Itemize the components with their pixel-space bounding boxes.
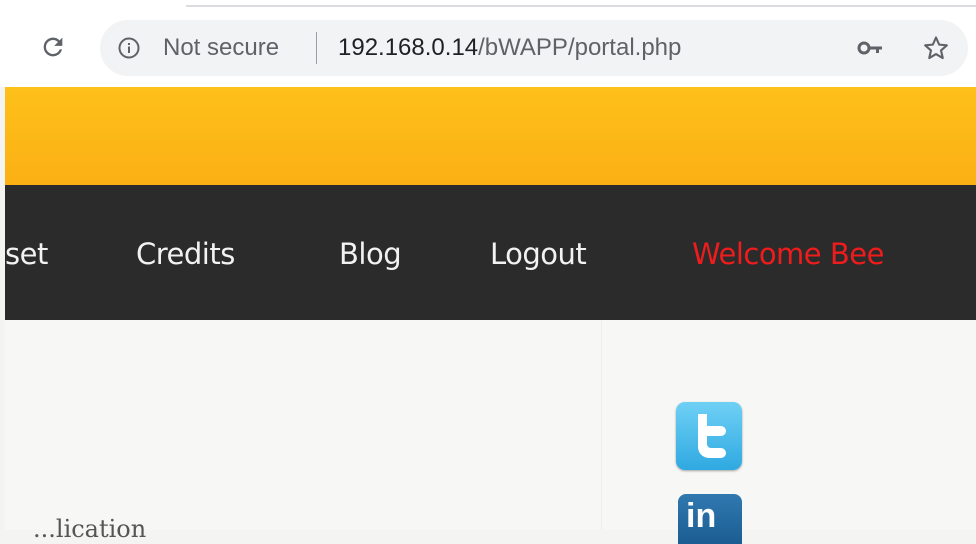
nav-item-credits[interactable]: Credits — [136, 237, 235, 271]
linkedin-link[interactable]: in — [678, 494, 742, 544]
main-nav: set Credits Blog Logout Welcome Bee — [5, 185, 976, 320]
intro-text: ...lication — [33, 515, 147, 543]
reload-icon[interactable] — [38, 32, 68, 62]
security-status[interactable]: Not secure — [163, 33, 279, 63]
address-separator — [316, 32, 317, 64]
nav-item-blog[interactable]: Blog — [339, 237, 402, 271]
key-icon[interactable] — [857, 36, 885, 60]
url-path: /bWAPP/portal.php — [478, 34, 682, 61]
nav-item-reset[interactable]: set — [5, 237, 48, 271]
address-bar[interactable]: Not secure 192.168.0.14/bWAPP/portal.php — [100, 20, 968, 76]
tab-strip-edge — [186, 5, 976, 7]
site-banner — [5, 87, 976, 185]
url-host: 192.168.0.14 — [338, 34, 479, 61]
browser-toolbar: Not secure 192.168.0.14/bWAPP/portal.php — [0, 0, 976, 87]
column-divider — [601, 320, 602, 530]
info-icon[interactable] — [117, 36, 141, 60]
main-content: in ...lication — [5, 320, 976, 544]
twitter-icon — [698, 414, 726, 458]
nav-item-logout[interactable]: Logout — [490, 237, 587, 271]
url-text[interactable]: 192.168.0.14/bWAPP/portal.php — [338, 33, 681, 63]
welcome-user: Welcome Bee — [692, 237, 884, 271]
twitter-link[interactable] — [676, 402, 742, 470]
star-icon[interactable] — [922, 34, 950, 62]
linkedin-icon: in — [686, 497, 717, 535]
